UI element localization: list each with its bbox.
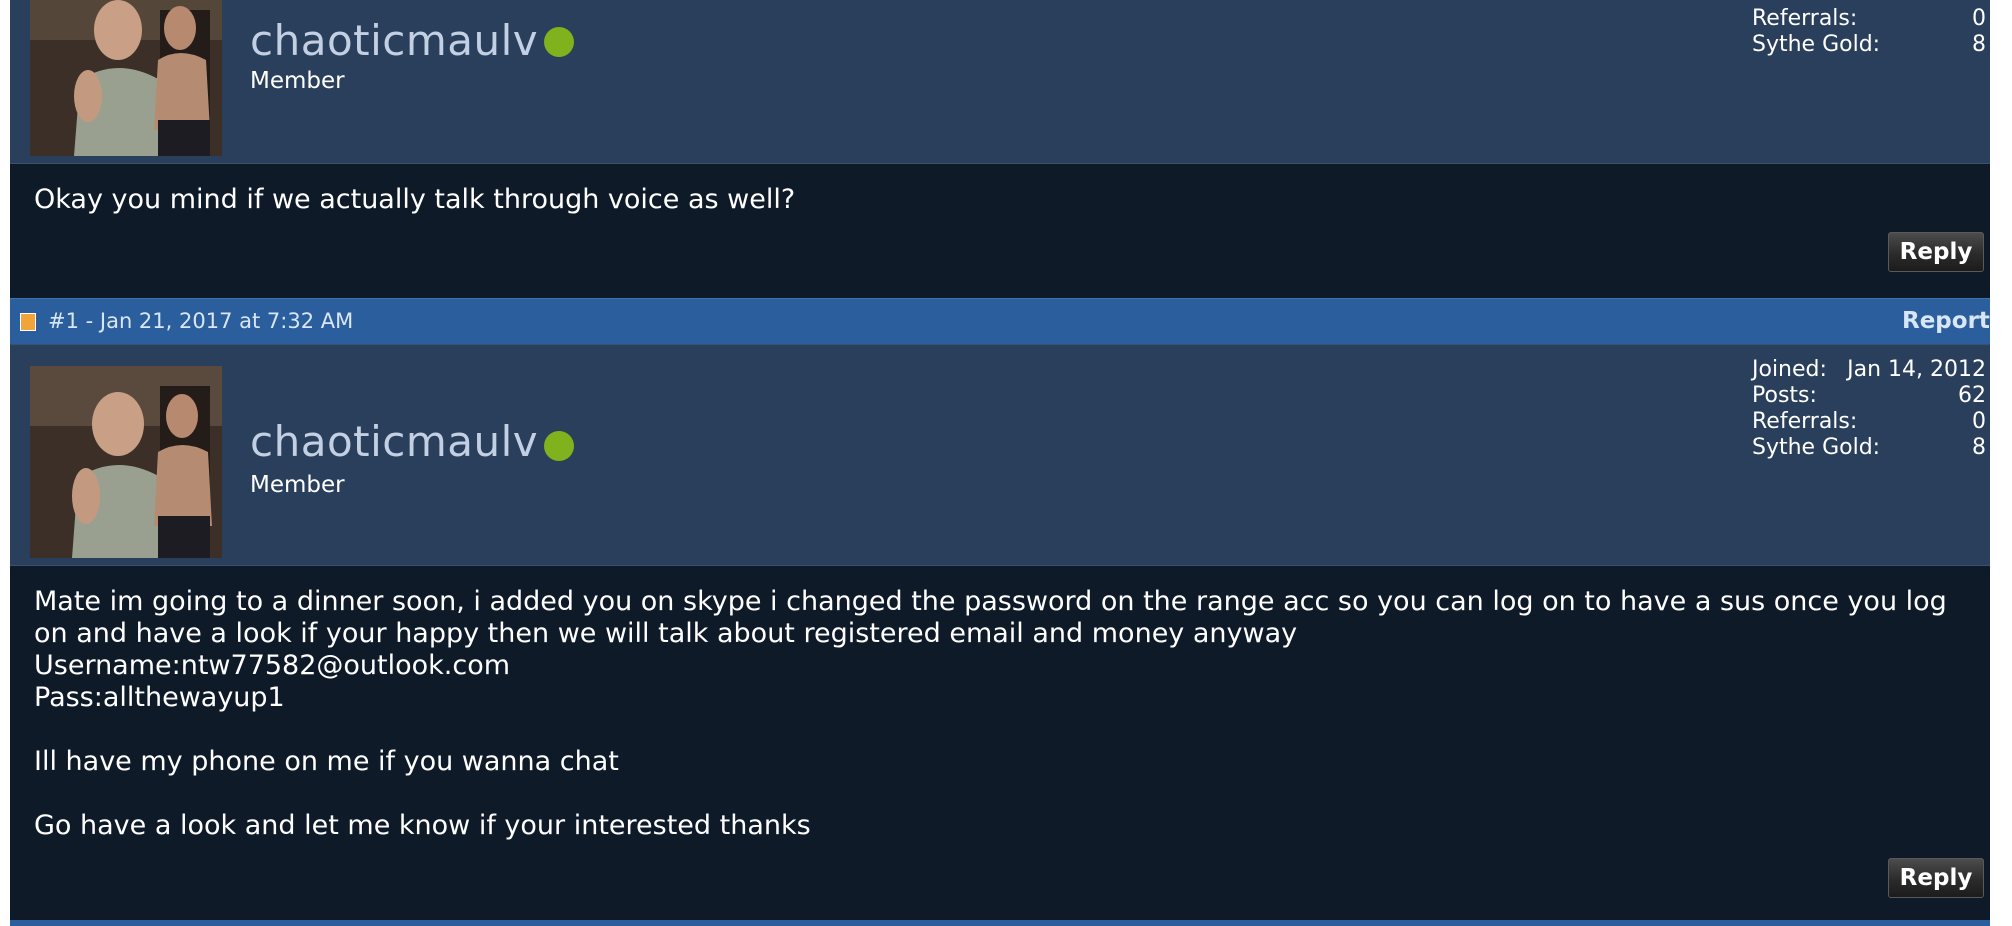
stat-referrals: Referrals: 0	[1752, 409, 1986, 435]
stat-posts: Posts: 62	[1752, 383, 1986, 409]
stat-label: Posts:	[1752, 383, 1817, 408]
stat-value: Jan 14, 2012	[1847, 357, 1986, 382]
user-stats: Referrals: 0 Sythe Gold: 8	[1752, 6, 1986, 58]
username[interactable]: chaoticmaulv	[250, 16, 538, 65]
post-message: Mate im going to a dinner soon, i added …	[34, 586, 1947, 841]
stat-referrals: Referrals: 0	[1752, 6, 1986, 32]
post-message: Okay you mind if we actually talk throug…	[34, 184, 796, 215]
stat-joined: Joined: Jan 14, 2012	[1752, 357, 1986, 383]
reply-button[interactable]: Reply	[1888, 232, 1984, 272]
stat-label: Joined:	[1752, 357, 1827, 382]
avatar[interactable]	[30, 366, 222, 558]
stat-label: Sythe Gold:	[1752, 435, 1881, 460]
avatar-photo-icon	[30, 366, 222, 558]
stat-label: Referrals:	[1752, 409, 1858, 434]
stat-value: 0	[1972, 409, 1986, 434]
stat-label: Referrals:	[1752, 6, 1858, 31]
thread-container: chaoticmaulv Member Referrals: 0 Sythe G…	[10, 0, 1990, 926]
user-rank: Member	[250, 472, 345, 498]
avatar-photo-icon	[30, 0, 222, 156]
avatar[interactable]	[30, 0, 222, 156]
post-user-info: chaoticmaulv Member Referrals: 0 Sythe G…	[10, 0, 1990, 164]
stat-value: 0	[1972, 6, 1986, 31]
username[interactable]: chaoticmaulv	[250, 417, 538, 466]
stat-sythe-gold: Sythe Gold: 8	[1752, 435, 1986, 461]
user-rank: Member	[250, 68, 345, 94]
next-post-header	[10, 920, 1990, 926]
stat-value: 62	[1958, 383, 1986, 408]
report-link[interactable]: Report	[1902, 308, 1990, 334]
reply-button[interactable]: Reply	[1888, 858, 1984, 898]
post-user-info: chaoticmaulv Member Joined: Jan 14, 2012…	[10, 344, 1990, 566]
post-header: #1 - Jan 21, 2017 at 7:32 AM Report	[10, 298, 1990, 345]
post-icon	[20, 313, 36, 331]
stat-label: Sythe Gold:	[1752, 32, 1881, 57]
post-meta[interactable]: #1 - Jan 21, 2017 at 7:32 AM	[48, 309, 353, 333]
online-status-icon	[544, 431, 574, 461]
stat-value: 8	[1972, 435, 1986, 460]
stat-sythe-gold: Sythe Gold: 8	[1752, 32, 1986, 58]
user-stats: Joined: Jan 14, 2012 Posts: 62 Referrals…	[1752, 357, 1986, 461]
stat-value: 8	[1972, 32, 1986, 57]
online-status-icon	[544, 27, 574, 57]
